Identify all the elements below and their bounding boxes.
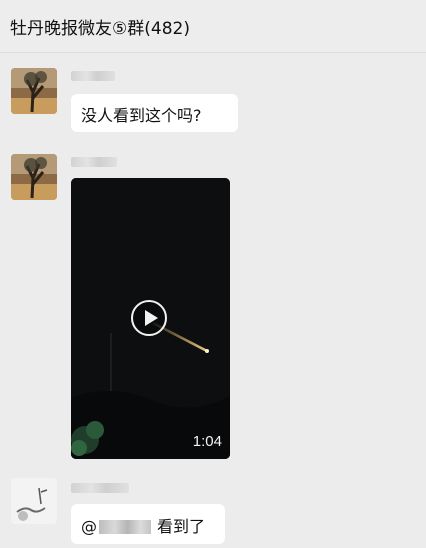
message-text: 没人看到这个吗?	[81, 106, 202, 125]
video-message[interactable]: 1:04	[71, 178, 230, 459]
tree-avatar-image	[11, 154, 57, 200]
message-bubble-text[interactable]: 没人看到这个吗?	[71, 94, 238, 132]
play-button[interactable]	[131, 300, 167, 336]
sketch-avatar-image	[11, 478, 57, 524]
sender-name-blurred	[71, 483, 129, 493]
chat-header: 牡丹晚报微友⑤群(482)	[0, 0, 426, 53]
sender-avatar[interactable]	[11, 478, 57, 524]
mention-name-blurred	[99, 520, 151, 534]
chat-title[interactable]: 牡丹晚报微友⑤群(482)	[10, 14, 190, 39]
sender-avatar[interactable]	[11, 68, 57, 114]
sender-avatar[interactable]	[11, 154, 57, 200]
sender-name-blurred	[71, 157, 117, 167]
mention-symbol: @	[81, 517, 97, 536]
message-bubble-text[interactable]: @ 看到了	[71, 504, 225, 544]
tree-avatar-image	[11, 68, 57, 114]
message-text: 看到了	[157, 517, 206, 536]
sender-name-blurred	[71, 71, 115, 81]
video-duration: 1:04	[192, 433, 222, 450]
